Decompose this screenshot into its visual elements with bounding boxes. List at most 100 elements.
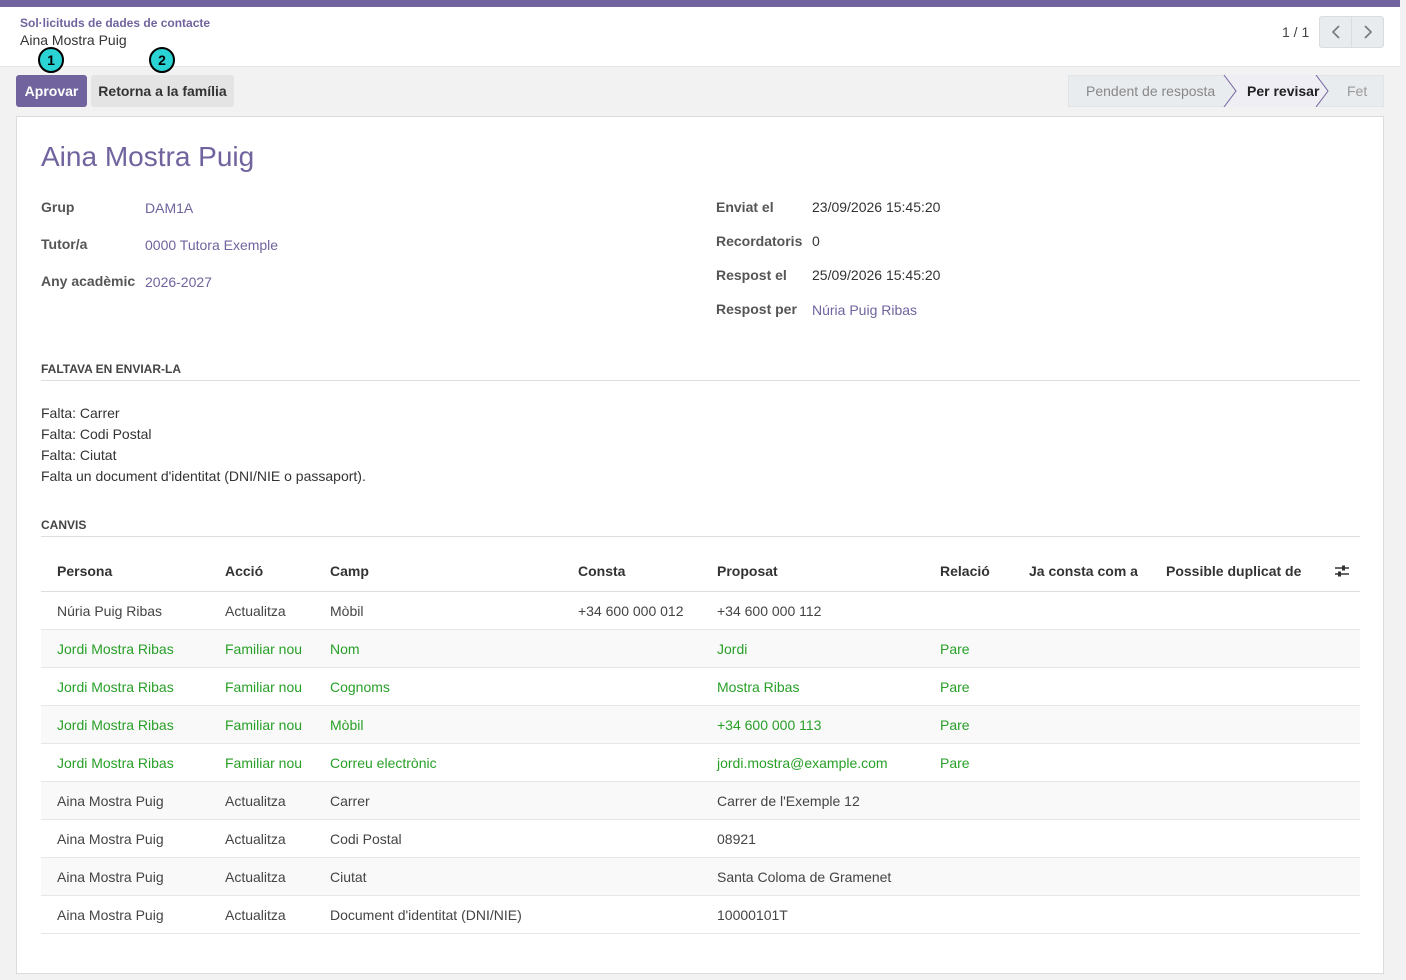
cell-proposed: jordi.mostra@example.com	[717, 755, 888, 771]
field-value-sent-on: 23/09/2026 15:45:20	[812, 199, 941, 215]
missing-line: Falta: Carrer	[41, 405, 120, 421]
cell-action: Actualitza	[225, 869, 286, 885]
cell-field: Correu electrònic	[330, 755, 437, 771]
annotation-marker-1: 1	[38, 47, 64, 73]
table-row[interactable]: Jordi Mostra Ribas Familiar nou Mòbil +34 6…	[41, 706, 1360, 744]
cell-action: Familiar nou	[225, 679, 303, 695]
cell-person: Jordi Mostra Ribas	[57, 717, 174, 733]
field-label-group: Grup	[41, 199, 75, 215]
chevron-left-icon	[1331, 25, 1340, 39]
field-value-tutor[interactable]: 0000 Tutora Exemple	[145, 237, 278, 253]
cell-person: Aina Mostra Puig	[57, 907, 164, 923]
field-value-academic-year[interactable]: 2026-2027	[145, 274, 212, 290]
column-header-possible-duplicate[interactable]: Possible duplicat de	[1166, 563, 1301, 579]
missing-list: Falta: Carrer Falta: Codi Postal Falta: …	[41, 403, 366, 487]
table-row[interactable]: Aina Mostra Puig Actualitza Codi Postal 089…	[41, 820, 1360, 858]
cell-current: +34 600 000 012	[578, 603, 684, 619]
cell-field: Carrer	[330, 793, 370, 809]
cell-field: Cognoms	[330, 679, 390, 695]
column-header-field[interactable]: Camp	[330, 563, 369, 579]
chevron-right-icon	[1363, 25, 1372, 39]
cell-action: Actualitza	[225, 603, 286, 619]
cell-action: Actualitza	[225, 907, 286, 923]
status-stage-done[interactable]: Fet	[1347, 75, 1367, 107]
cell-person: Jordi Mostra Ribas	[57, 679, 174, 695]
breadcrumb-current: Aina Mostra Puig	[20, 32, 127, 48]
top-navbar-strip	[0, 0, 1400, 7]
missing-line: Falta un document d'identitat (DNI/NIE o…	[41, 468, 366, 484]
cell-field: Document d'identitat (DNI/NIE)	[330, 907, 522, 923]
column-header-already-as[interactable]: Ja consta com a	[1029, 563, 1138, 579]
cell-person: Jordi Mostra Ribas	[57, 755, 174, 771]
cell-proposed: 08921	[717, 831, 756, 847]
section-title-missing: FALTAVA EN ENVIAR-LA	[41, 362, 1360, 381]
missing-line: Falta: Ciutat	[41, 447, 117, 463]
pager-value[interactable]: 1 / 1	[1282, 24, 1309, 40]
changes-table: Persona Acció Camp Consta Proposat Relac…	[41, 551, 1360, 934]
cell-action: Familiar nou	[225, 717, 303, 733]
cell-field: Nom	[330, 641, 360, 657]
record-title: Aina Mostra Puig	[41, 141, 255, 172]
table-body: Núria Puig Ribas Actualitza Mòbil +34 600 0…	[41, 592, 1360, 934]
cell-proposed: Santa Coloma de Gramenet	[717, 869, 892, 885]
status-stage-to-review[interactable]: Per revisar	[1247, 75, 1319, 107]
table-row[interactable]: Aina Mostra Puig Actualitza Ciutat Santa Co…	[41, 858, 1360, 896]
column-header-current[interactable]: Consta	[578, 563, 625, 579]
table-row[interactable]: Jordi Mostra Ribas Familiar nou Correu ele…	[41, 744, 1360, 782]
return-to-family-button[interactable]: Retorna a la família	[91, 75, 234, 107]
field-value-reminders: 0	[812, 233, 820, 249]
column-header-action[interactable]: Acció	[225, 563, 263, 579]
breadcrumb-parent-link[interactable]: Sol·licituds de dades de contacte	[20, 16, 210, 30]
cell-proposed: +34 600 000 113	[717, 717, 822, 733]
column-header-proposed[interactable]: Proposat	[717, 563, 778, 579]
cell-relation: Pare	[940, 641, 970, 657]
pager-previous-button[interactable]	[1319, 16, 1352, 48]
field-label-reminders: Recordatoris	[716, 233, 803, 249]
column-header-relation[interactable]: Relació	[940, 563, 990, 579]
status-stage-pending[interactable]: Pendent de resposta	[1086, 75, 1215, 107]
status-bar: Pendent de resposta Per revisar Fet	[1068, 75, 1384, 107]
cell-proposed: Carrer de l'Exemple 12	[717, 793, 860, 809]
field-label-sent-on: Enviat el	[716, 199, 774, 215]
cell-action: Familiar nou	[225, 755, 303, 771]
annotation-marker-2: 2	[149, 47, 175, 73]
section-title-changes: CANVIS	[41, 518, 1360, 537]
cell-relation: Pare	[940, 755, 970, 771]
cell-proposed: Mostra Ribas	[717, 679, 800, 695]
column-options-icon[interactable]	[1334, 563, 1350, 579]
cell-person: Jordi Mostra Ribas	[57, 641, 174, 657]
field-label-answered-by: Respost per	[716, 301, 797, 317]
cell-person: Aina Mostra Puig	[57, 869, 164, 885]
field-value-answered-by[interactable]: Núria Puig Ribas	[812, 302, 917, 318]
cell-person: Aina Mostra Puig	[57, 793, 164, 809]
cell-relation: Pare	[940, 679, 970, 695]
field-label-academic-year: Any acadèmic	[41, 273, 136, 289]
column-header-person[interactable]: Persona	[57, 563, 112, 579]
cell-field: Ciutat	[330, 869, 367, 885]
table-row[interactable]: Núria Puig Ribas Actualitza Mòbil +34 600 0…	[41, 592, 1360, 630]
table-row[interactable]: Aina Mostra Puig Actualitza Document d'ide…	[41, 896, 1360, 934]
cell-person: Núria Puig Ribas	[57, 603, 163, 619]
cell-proposed: 10000101T	[717, 907, 788, 923]
missing-line: Falta: Codi Postal	[41, 426, 152, 442]
cell-field: Codi Postal	[330, 831, 402, 847]
approve-button[interactable]: Aprovar	[16, 75, 87, 107]
cell-proposed: Jordi	[717, 641, 748, 657]
cell-action: Familiar nou	[225, 641, 303, 657]
table-row[interactable]: Jordi Mostra Ribas Familiar nou Cognoms Mos…	[41, 668, 1360, 706]
cell-person: Aina Mostra Puig	[57, 831, 164, 847]
field-value-answered-on: 25/09/2026 15:45:20	[812, 267, 941, 283]
control-panel: Sol·licituds de dades de contacte Aina M…	[0, 7, 1400, 67]
cell-proposed: +34 600 000 112	[717, 603, 822, 619]
cell-relation: Pare	[940, 717, 970, 733]
cell-action: Actualitza	[225, 793, 286, 809]
field-value-group[interactable]: DAM1A	[145, 200, 193, 216]
table-row[interactable]: Aina Mostra Puig Actualitza Carrer Carrer d…	[41, 782, 1360, 820]
table-header: Persona Acció Camp Consta Proposat Relac…	[41, 551, 1360, 592]
field-label-answered-on: Respost el	[716, 267, 787, 283]
cell-field: Mòbil	[330, 603, 364, 619]
pager-next-button[interactable]	[1351, 16, 1384, 48]
table-row[interactable]: Jordi Mostra Ribas Familiar nou Nom Jordi Pa…	[41, 630, 1360, 668]
cell-action: Actualitza	[225, 831, 286, 847]
cell-field: Mòbil	[330, 717, 364, 733]
